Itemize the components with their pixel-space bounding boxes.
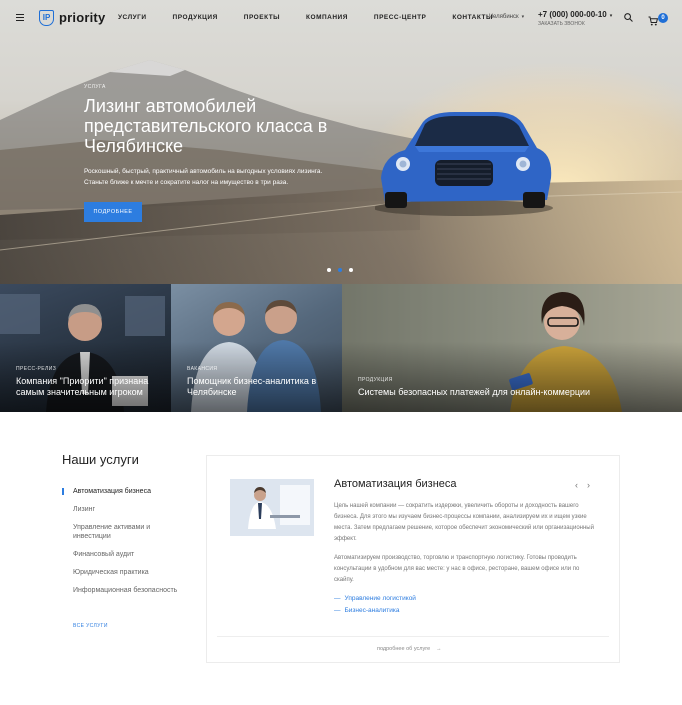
car-image [375, 112, 553, 216]
chevron-right-icon[interactable]: › [587, 480, 590, 490]
service-item-assets[interactable]: Управление активами и инвестиции [62, 523, 182, 541]
cart-count-badge: 0 [658, 13, 668, 23]
tile-title: Системы безопасных платежей для онлайн-к… [358, 387, 591, 397]
slider-dots [327, 268, 360, 272]
service-description-1: Цель нашей компании — сократить издержки… [334, 503, 594, 542]
hero-content: УСЛУГА Лизинг автомобилей представительс… [84, 84, 334, 222]
hero-kicker: УСЛУГА [84, 84, 106, 90]
tile-press-release[interactable]: ПРЕСС-РЕЛИЗ Компания "Приорити" признана… [0, 284, 171, 412]
service-card-title: Автоматизация бизнеса [334, 478, 457, 490]
hero-slider: IP priority УСЛУГИ ПРОДУКЦИЯ ПРОЕКТЫ КОМ… [0, 0, 682, 284]
service-description-2: Автоматизируем производство, торговлю и … [334, 555, 580, 583]
service-image [230, 479, 314, 536]
tile-caption: ПРЕСС-РЕЛИЗ Компания "Приорити" признана… [16, 366, 171, 398]
caret-down-icon: ▾ [609, 13, 613, 19]
chevron-left-icon[interactable]: ‹ [575, 480, 578, 490]
service-card: Автоматизация бизнеса ‹ › Цель нашей ком… [206, 455, 620, 663]
service-photo [230, 479, 314, 536]
main-nav: УСЛУГИ ПРОДУКЦИЯ ПРОЕКТЫ КОМПАНИЯ ПРЕСС-… [118, 14, 519, 21]
menu-burger-icon[interactable] [16, 14, 24, 21]
hero-title: Лизинг автомобилей представительского кл… [84, 96, 328, 156]
tile-kicker: ПРЕСС-РЕЛИЗ [16, 366, 57, 372]
logo[interactable]: IP priority [39, 9, 105, 26]
nav-item-press[interactable]: ПРЕСС-ЦЕНТР [374, 14, 426, 21]
nav-item-products[interactable]: ПРОДУКЦИЯ [173, 14, 218, 21]
service-item-security[interactable]: Информационная безопасность [62, 586, 182, 595]
logo-text: priority [59, 10, 106, 25]
service-item-leasing[interactable]: Лизинг [62, 505, 182, 514]
tile-kicker: ПРОДУКЦИЯ [358, 377, 393, 383]
dash-icon: — [334, 607, 341, 614]
service-item-legal[interactable]: Юридическая практика [62, 568, 182, 577]
slider-dot-1[interactable] [327, 268, 331, 272]
slider-dot-2[interactable] [338, 268, 342, 272]
service-item-automation[interactable]: Автоматизация бизнеса [62, 487, 182, 496]
hero-description: Роскошный, быстрый, практичный автомобил… [84, 168, 323, 186]
search-icon[interactable] [624, 13, 633, 22]
service-link-label: Бизнес-аналитика [344, 607, 400, 614]
nav-item-contacts[interactable]: КОНТАКТЫ [452, 14, 492, 21]
card-divider [217, 636, 609, 637]
service-link-analytics[interactable]: — Бизнес-аналитика [334, 607, 399, 614]
card-navigation: ‹ › [575, 480, 599, 490]
service-link-logistics[interactable]: — Управление логистикой [334, 595, 416, 602]
cart-button[interactable]: 0 [648, 13, 668, 26]
caret-down-icon: ▾ [521, 14, 525, 20]
cart-icon [648, 16, 659, 26]
tile-title: Компания "Приорити" признана самым значи… [16, 376, 149, 397]
tile-kicker: ВАКАНСИЯ [187, 366, 218, 372]
site-header: IP priority УСЛУГИ ПРОДУКЦИЯ ПРОЕКТЫ КОМ… [0, 0, 682, 36]
logo-badge-icon: IP [39, 9, 54, 26]
service-item-audit[interactable]: Финансовый аудит [62, 550, 182, 559]
services-list: Автоматизация бизнеса Лизинг Управление … [62, 487, 182, 604]
service-link-label: Управление логистикой [344, 595, 416, 602]
arrow-right-icon: → [436, 646, 442, 652]
hero-more-button[interactable]: ПОДРОБНЕЕ [84, 202, 142, 222]
service-more-label: подробнее об услуге [377, 646, 431, 652]
tile-title: Помощник бизнес-аналитика в Челябинске [187, 376, 317, 397]
nav-item-company[interactable]: КОМПАНИЯ [306, 14, 348, 21]
all-services-link[interactable]: ВСЕ УСЛУГИ [73, 623, 108, 629]
tile-caption: ПРОДУКЦИЯ Системы безопасных платежей дл… [358, 377, 590, 398]
nav-item-projects[interactable]: ПРОЕКТЫ [244, 14, 280, 21]
slider-dot-3[interactable] [349, 268, 353, 272]
nav-item-services[interactable]: УСЛУГИ [118, 14, 147, 21]
news-tiles: ПРЕСС-РЕЛИЗ Компания "Приорити" признана… [0, 284, 682, 412]
city-selector[interactable]: Челябинск ▾ [489, 14, 524, 20]
service-more-link[interactable]: подробнее об услуге → [377, 646, 442, 652]
callback-link[interactable]: ЗАКАЗАТЬ ЗВОНОК [538, 21, 585, 27]
phone-label: +7 (000) 000-00-10 [538, 10, 607, 19]
city-label: Челябинск [489, 14, 519, 20]
tile-vacancy[interactable]: ВАКАНСИЯ Помощник бизнес-аналитика в Чел… [171, 284, 342, 412]
tile-caption: ВАКАНСИЯ Помощник бизнес-аналитика в Чел… [187, 366, 342, 398]
services-heading: Наши услуги [62, 452, 139, 467]
tile-product[interactable]: ПРОДУКЦИЯ Системы безопасных платежей дл… [342, 284, 682, 412]
dash-icon: — [334, 595, 341, 602]
phone-number[interactable]: +7 (000) 000-00-10 ▾ [538, 10, 612, 19]
